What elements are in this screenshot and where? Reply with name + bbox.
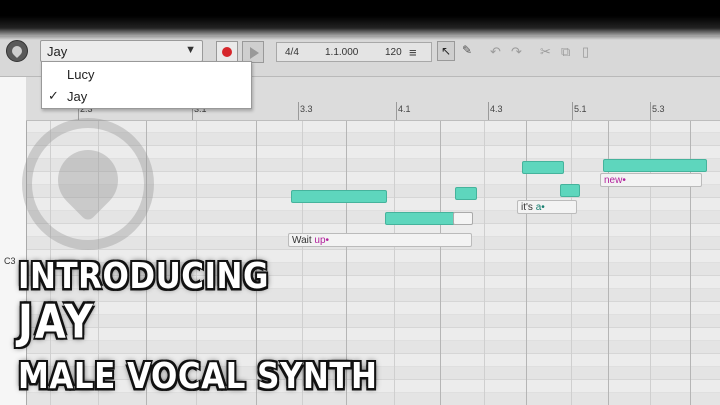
grid-line [571, 120, 572, 405]
lyric-syllable: new• [604, 175, 626, 186]
menu-item-jay[interactable]: ✓ Jay [42, 85, 251, 107]
ruler-label: 4.1 [398, 104, 411, 114]
redo-icon[interactable]: ↷ [511, 44, 522, 60]
record-button[interactable] [216, 41, 238, 63]
lyric-syllable: a• [535, 202, 545, 213]
position-display[interactable]: 1.1.000 [325, 47, 358, 58]
note-block[interactable] [291, 190, 387, 203]
ruler-tick [396, 102, 397, 120]
lyric-text: Wait [292, 235, 315, 246]
piano-roll-app: Wait up• it's a• new• C3 2.3 3.1 3.3 4.1… [0, 0, 720, 405]
checkmark-icon: ✓ [48, 88, 59, 103]
headline-line-3: MALE VOCAL SYNTH [18, 356, 378, 398]
pencil-tool-button[interactable]: ✎ [458, 41, 476, 61]
mixer-icon[interactable]: ≡ [409, 45, 417, 60]
ruler-label: 4.3 [490, 104, 503, 114]
menu-item-label: Jay [67, 89, 88, 104]
paste-icon[interactable]: ▯ [582, 44, 589, 60]
note-block[interactable] [560, 184, 580, 197]
note-block[interactable] [385, 212, 455, 225]
note-block[interactable] [603, 159, 707, 172]
grid-line [440, 120, 441, 405]
lyric-text: it's [521, 202, 536, 213]
note-block[interactable] [455, 187, 477, 200]
ruler-tick [298, 102, 299, 120]
ruler-label: 3.3 [300, 104, 313, 114]
cut-icon[interactable]: ✂ [540, 44, 551, 60]
ruler-label: 5.1 [574, 104, 587, 114]
time-signature[interactable]: 4/4 [285, 47, 299, 58]
grid-line [394, 120, 395, 405]
menu-item-label: Lucy [67, 67, 95, 82]
select-tool-button[interactable]: ↖ [437, 41, 455, 61]
tempo-display[interactable]: 120 [385, 47, 402, 58]
ruler-tick [650, 102, 651, 120]
lyric-syllable: up• [314, 235, 330, 246]
lyric-wait-up[interactable]: Wait up• [288, 233, 472, 247]
headline-line-2: JAY [18, 296, 95, 349]
voice-select[interactable]: Jay ▼ [40, 40, 203, 62]
undo-icon[interactable]: ↶ [490, 44, 501, 60]
top-vignette [0, 0, 720, 40]
menu-item-lucy[interactable]: Lucy [42, 63, 251, 85]
lyric-new[interactable]: new• [600, 173, 702, 187]
voice-dropdown-menu: Lucy ✓ Jay [41, 61, 252, 109]
headline-line-1: INTRODUCING [18, 256, 269, 298]
grid-line [484, 120, 485, 405]
lyric-its-a[interactable]: it's a• [517, 200, 577, 214]
app-logo-icon[interactable] [6, 40, 28, 62]
copy-icon[interactable]: ⧉ [561, 44, 570, 60]
chevron-down-icon: ▼ [185, 44, 196, 56]
note-block[interactable] [522, 161, 564, 174]
transport-display[interactable]: 4/4 1.1.000 120 ≡ [276, 42, 432, 62]
ruler-tick [572, 102, 573, 120]
voice-select-value: Jay [47, 44, 68, 59]
ruler-label: 5.3 [652, 104, 665, 114]
c3-key-label: C3 [4, 256, 16, 266]
ruler-tick [488, 102, 489, 120]
note-block-tail[interactable] [453, 212, 473, 225]
logo-watermark [22, 118, 154, 250]
play-button[interactable] [242, 41, 264, 63]
